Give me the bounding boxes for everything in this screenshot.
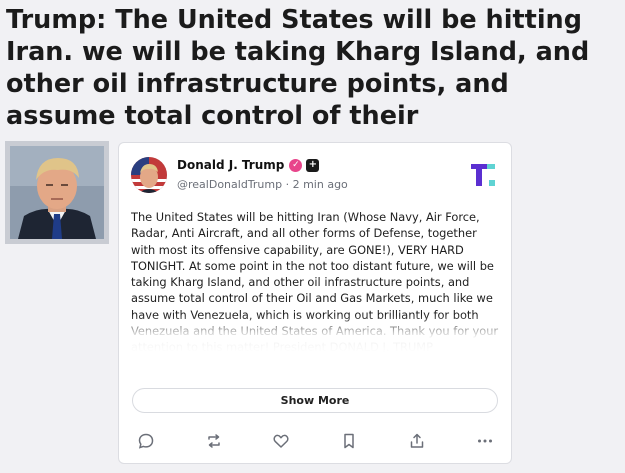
article-photo	[5, 141, 109, 244]
bookmark-icon[interactable]	[338, 430, 360, 452]
heart-icon[interactable]	[270, 430, 292, 452]
show-more-button[interactable]: Show More	[132, 388, 498, 413]
meta-separator: ·	[282, 178, 293, 191]
author-name[interactable]: Donald J. Trump	[177, 158, 284, 172]
more-icon[interactable]	[474, 430, 496, 452]
verified-badge-icon: ✓	[289, 158, 303, 172]
headline: Trump: The United States will be hitting…	[6, 5, 590, 131]
avatar[interactable]	[131, 157, 167, 193]
repost-icon[interactable]	[203, 430, 225, 452]
truth-social-logo-icon[interactable]	[471, 163, 497, 187]
post-card: Donald J. Trump ✓ + @realDonaldTrump · 2…	[118, 142, 512, 464]
comment-icon[interactable]	[135, 430, 157, 452]
author-handle[interactable]: @realDonaldTrump	[177, 178, 282, 191]
post-meta: @realDonaldTrump · 2 min ago	[177, 178, 348, 191]
share-icon[interactable]	[406, 430, 428, 452]
author-row: Donald J. Trump ✓ +	[177, 158, 320, 172]
text-fade-overlay	[119, 315, 511, 377]
portrait-image	[10, 146, 104, 239]
plus-badge-icon: +	[306, 158, 320, 172]
post-time[interactable]: 2 min ago	[293, 178, 348, 191]
action-bar	[119, 427, 511, 453]
